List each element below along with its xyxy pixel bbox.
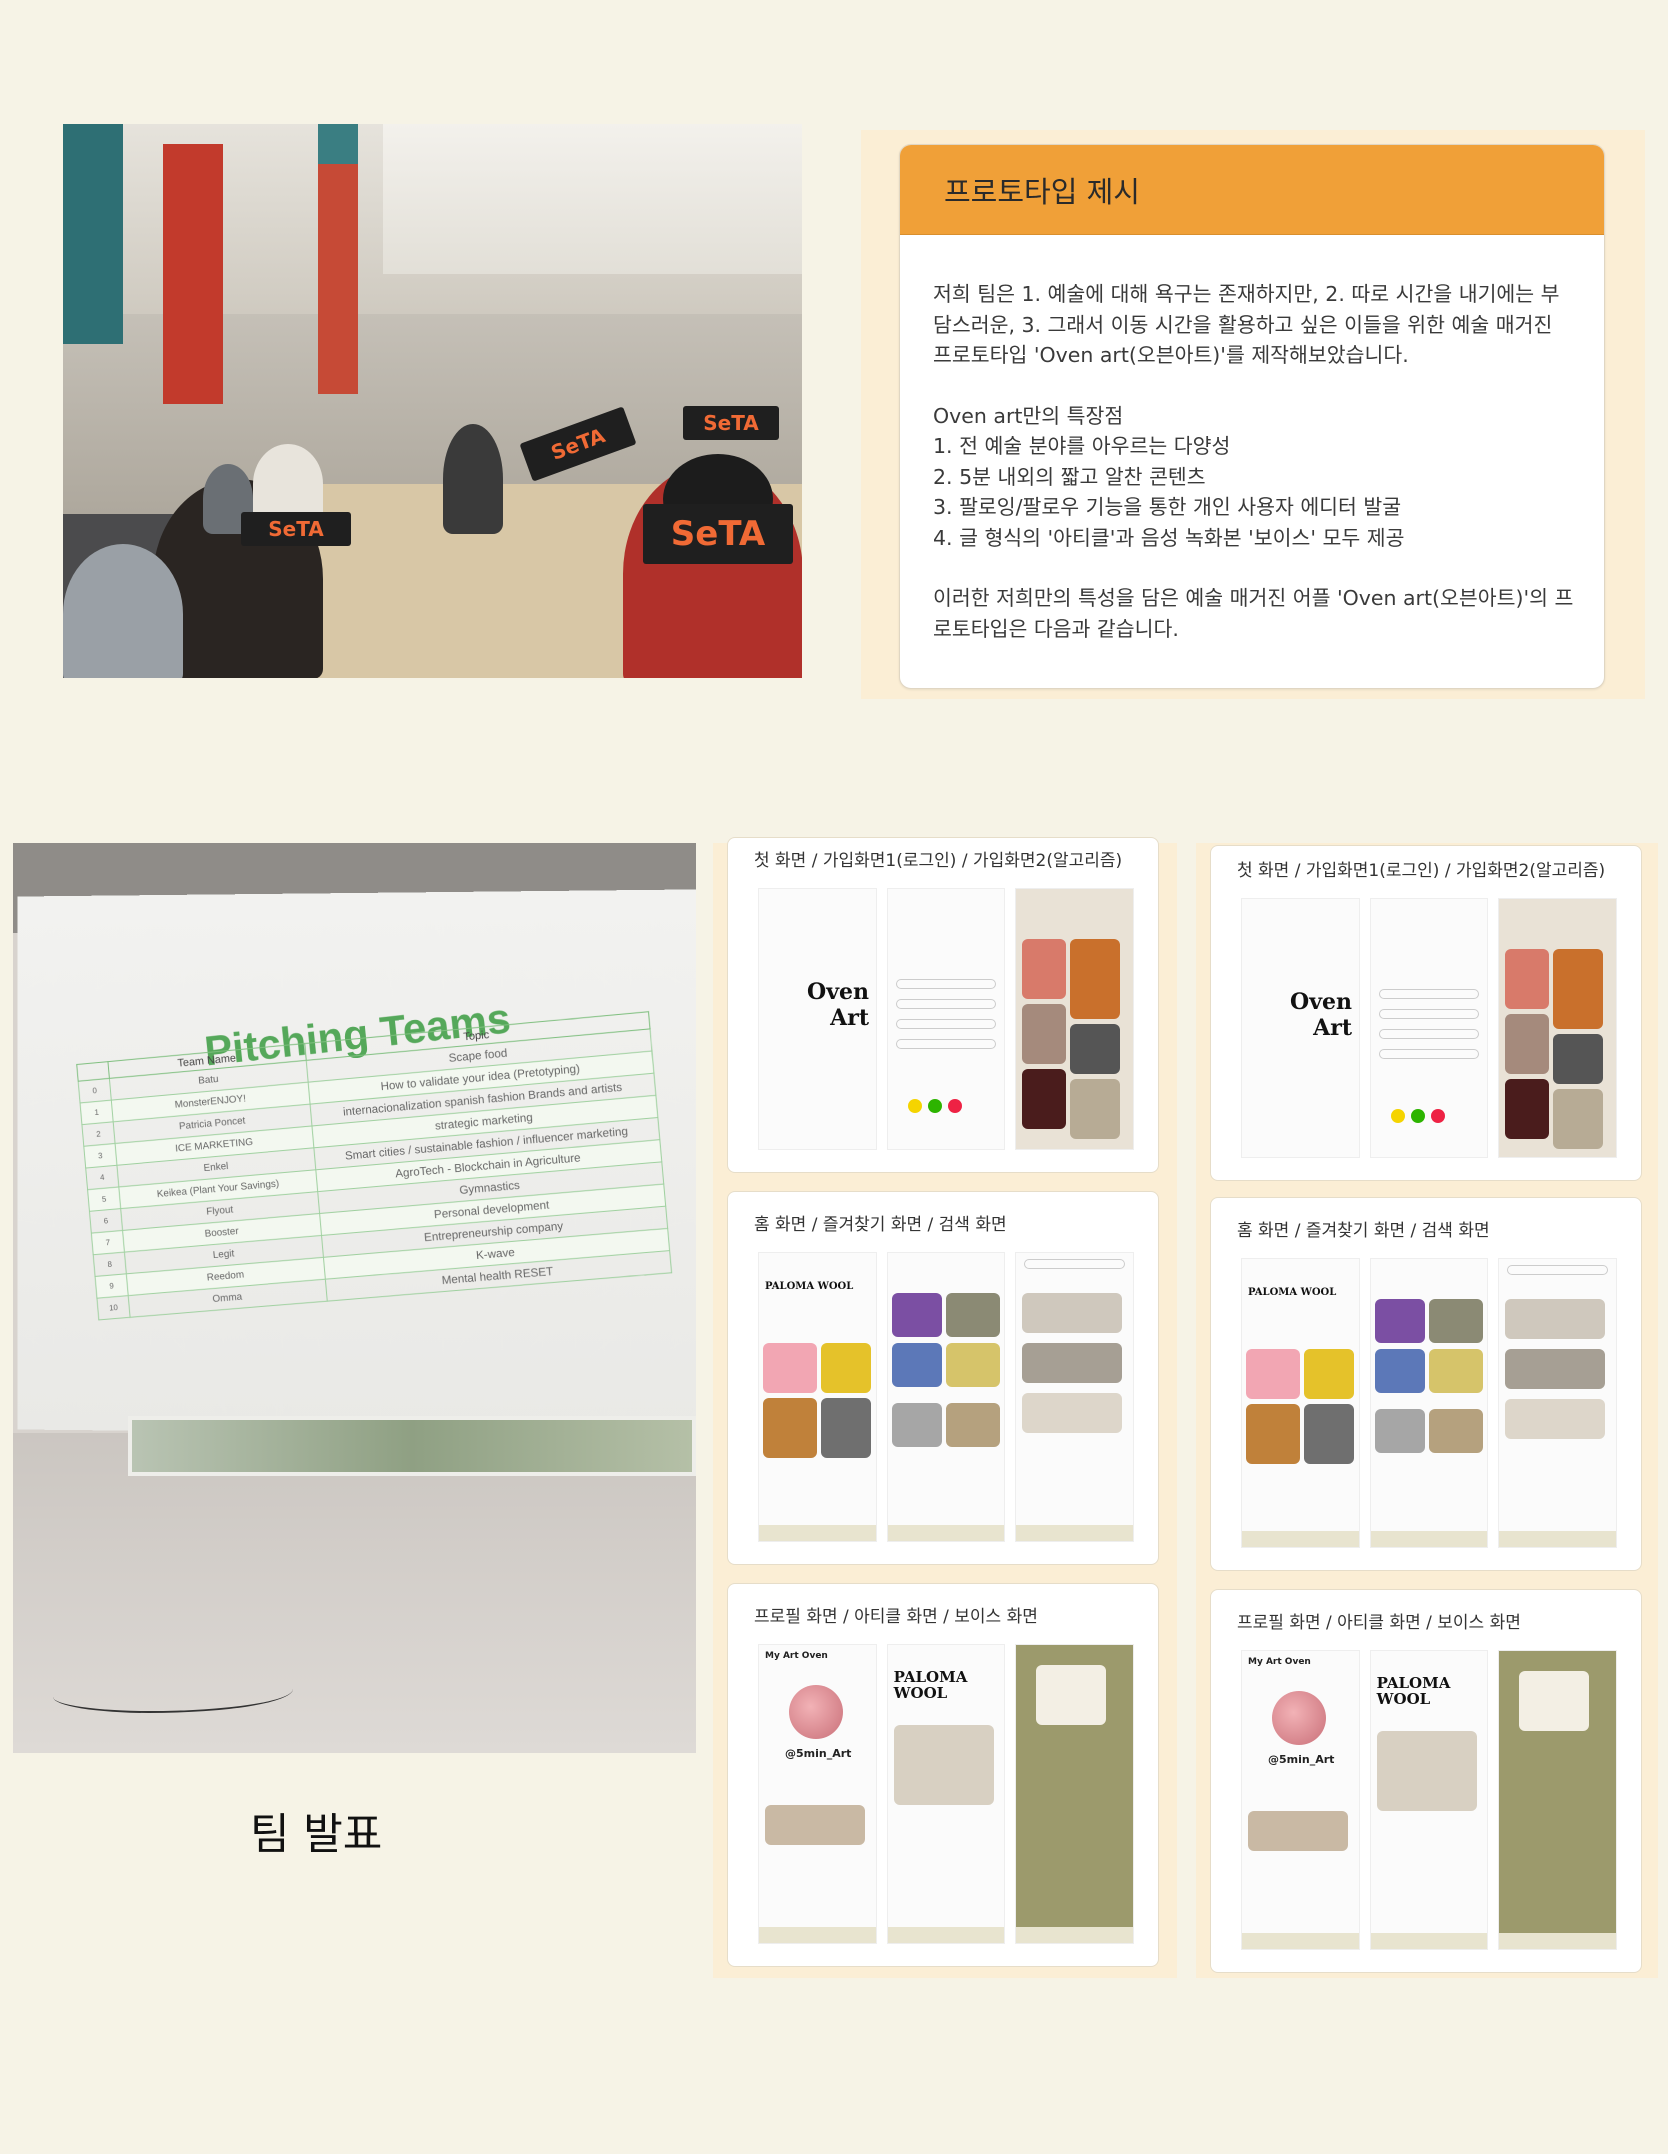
prototype-outro: 이러한 저희만의 특성을 담은 예술 매거진 어플 'Oven art(오븐아트… (933, 586, 1574, 641)
search-screen (1015, 1252, 1135, 1542)
features-block: Oven art만의 특장점 1. 전 예술 분야를 아우르는 다양성 2. 5… (933, 401, 1574, 554)
mockup-column: 첫 화면 / 가입화면1(로그인) / 가입화면2(알고리즘) OvenArt (1196, 843, 1658, 1978)
features-title: Oven art만의 특장점 (933, 403, 1124, 428)
mockup-card-onboarding: 첫 화면 / 가입화면1(로그인) / 가입화면2(알고리즘) Oven Art (1210, 845, 1642, 1181)
feature-item: 3. 팔로잉/팔로우 기능을 통한 개인 사용자 에디터 발굴 (933, 495, 1402, 519)
mockup-card-title: 홈 화면 / 즐겨찾기 화면 / 검색 화면 (754, 1215, 1007, 1235)
mockup-column: 첫 화면 / 가입화면1(로그인) / 가입화면2(알고리즘) OvenArt (713, 837, 1177, 1978)
mockup-card-profile: 프로필 화면 / 아티클 화면 / 보이스 화면 My Art Oven @5m… (727, 1583, 1159, 1967)
mockup-card-home: 홈 화면 / 즐겨찾기 화면 / 검색 화면 PALOMA WOOL (1210, 1197, 1642, 1571)
prototype-card: 프로토타입 제시 저희 팀은 1. 예술에 대해 욕구는 존재하지만, 2. 따… (899, 144, 1605, 689)
profile-screen: My Art Oven @5min_Art (758, 1644, 877, 1944)
seta-sign: SeTA (241, 512, 351, 546)
pitching-table: Team Name Topic 0 Batu Scape food 1 Monster… (76, 1011, 672, 1320)
mockup-card-onboarding: 첫 화면 / 가입화면1(로그인) / 가입화면2(알고리즘) Oven Art (727, 837, 1159, 1173)
mockup-card-home: 홈 화면 / 즐겨찾기 화면 / 검색 화면 PALOMA WOOL (727, 1191, 1159, 1565)
mockup-card-title: 첫 화면 / 가입화면1(로그인) / 가입화면2(알고리즘) (754, 851, 1123, 871)
pitch-photo: Pitching Teams Team Name Topic 0 Batu Scap… (13, 843, 696, 1753)
voice-screen (1498, 1650, 1618, 1950)
mockup-card-title: 첫 화면 / 가입화면1(로그인) / 가입화면2(알고리즘) (1237, 861, 1606, 881)
feature-item: 2. 5분 내외의 짧고 알찬 콘텐츠 (933, 464, 1206, 489)
search-screen (1498, 1258, 1618, 1548)
favorites-screen (1369, 1258, 1489, 1548)
algorithm-screen (1498, 898, 1618, 1158)
mockup-card-title: 홈 화면 / 즐겨찾기 화면 / 검색 화면 (1237, 1221, 1490, 1241)
prototype-panel: 프로토타입 제시 저희 팀은 1. 예술에 대해 욕구는 존재하지만, 2. 따… (861, 130, 1645, 699)
favorites-screen (886, 1252, 1006, 1542)
profile-screen: My Art Oven @5min_Art (1241, 1650, 1360, 1950)
voice-screen (1015, 1644, 1135, 1944)
home-screen: PALOMA WOOL (758, 1252, 877, 1542)
window (128, 1416, 696, 1476)
algorithm-screen (1015, 888, 1135, 1150)
splash-screen: Oven Art (1241, 898, 1360, 1158)
mockup-card-title: 프로필 화면 / 아티클 화면 / 보이스 화면 (1237, 1613, 1521, 1633)
splash-screen: Oven Art (758, 888, 877, 1150)
home-screen: PALOMA WOOL (1241, 1258, 1360, 1548)
mockup-card-title: 프로필 화면 / 아티클 화면 / 보이스 화면 (754, 1607, 1038, 1627)
projector-screen: Pitching Teams Team Name Topic 0 Batu Scap… (17, 889, 696, 1437)
seta-sign: SeTA (643, 504, 793, 564)
feature-item: 4. 글 형식의 '아티클'과 음성 녹화본 '보이스' 모두 제공 (933, 525, 1405, 550)
prototype-intro: 저희 팀은 1. 예술에 대해 욕구는 존재하지만, 2. 따로 시간을 내기에… (933, 282, 1560, 367)
feature-item: 1. 전 예술 분야를 아우르는 다양성 (933, 434, 1231, 458)
article-screen: PALOMA WOOL (886, 1644, 1006, 1944)
login-screen (886, 888, 1006, 1150)
classroom-photo: SeTA SeTA SeTA SeTA (63, 124, 802, 678)
mockup-card-profile: 프로필 화면 / 아티클 화면 / 보이스 화면 My Art Oven @5m… (1210, 1589, 1642, 1973)
prototype-heading: 프로토타입 제시 (944, 174, 1140, 209)
prototype-card-header: 프로토타입 제시 (900, 145, 1604, 235)
prototype-card-body: 저희 팀은 1. 예술에 대해 욕구는 존재하지만, 2. 따로 시간을 내기에… (900, 235, 1604, 644)
article-screen: PALOMA WOOL (1369, 1650, 1489, 1950)
seta-sign: SeTA (683, 406, 779, 440)
photo-caption: 팀 발표 (250, 1810, 383, 1860)
login-screen (1369, 898, 1489, 1158)
